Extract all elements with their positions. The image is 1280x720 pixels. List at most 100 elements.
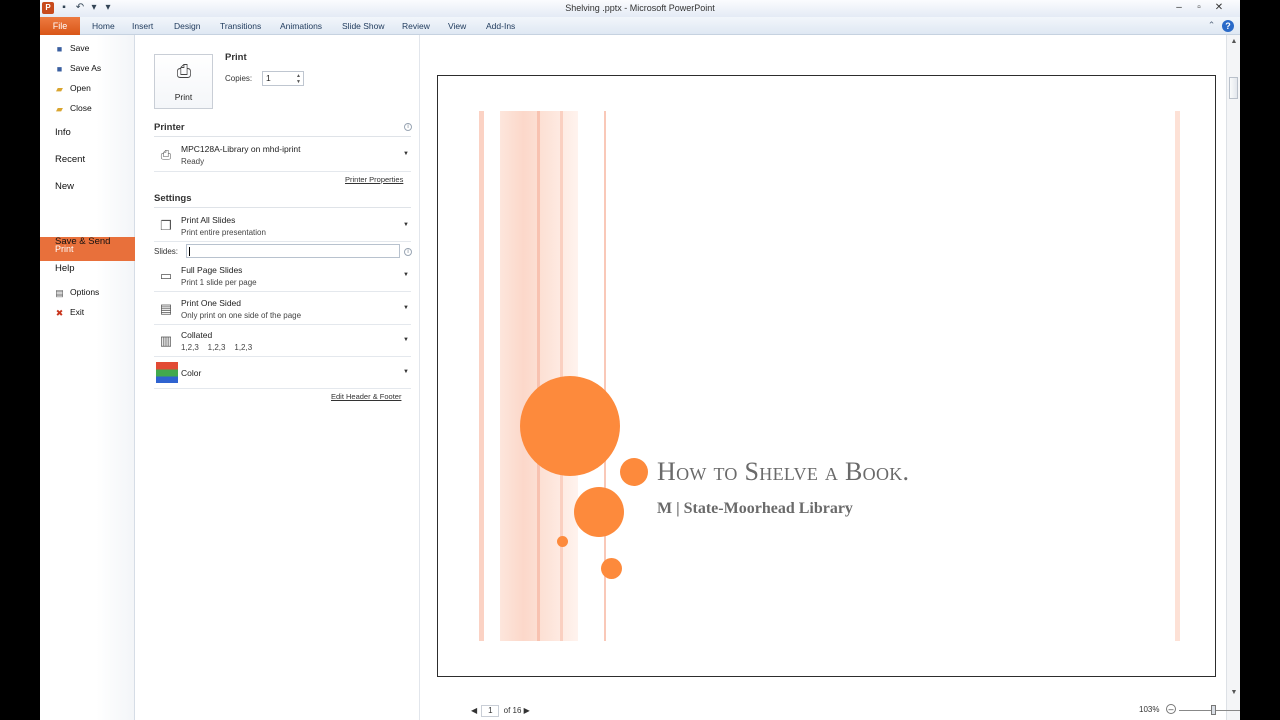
zoom-out-icon[interactable]: – — [1166, 704, 1176, 714]
nav-save-as[interactable]: ■ Save As — [54, 63, 101, 74]
decor-stripe — [1175, 111, 1180, 641]
minimize-icon[interactable]: – — [1170, 1, 1188, 14]
sides-dropdown[interactable]: ▤ Print One Sided Only print on one side… — [154, 294, 411, 325]
tab-insert[interactable]: Insert — [132, 21, 153, 31]
close-file-icon: ▰ — [56, 103, 63, 114]
chevron-down-icon: ▼ — [403, 272, 409, 278]
copies-down-icon[interactable]: ▼ — [296, 79, 301, 85]
printer-heading: Printer — [154, 122, 185, 133]
tab-file[interactable]: File — [40, 17, 80, 35]
decor-circle — [557, 536, 568, 547]
scroll-up-icon[interactable]: ▲ — [1229, 38, 1239, 45]
decor-stripe — [479, 111, 484, 641]
print-preview: How to Shelve a Book. M | State-Moorhead… — [421, 35, 1240, 720]
nav-save-label: Save — [70, 43, 90, 53]
tab-slide-show[interactable]: Slide Show — [342, 21, 385, 31]
tab-design[interactable]: Design — [174, 21, 200, 31]
copies-stepper[interactable]: 1 ▲ ▼ — [262, 71, 304, 86]
color-icon — [156, 362, 178, 383]
nav-new[interactable]: New — [55, 181, 74, 192]
color-dropdown[interactable]: Color ▼ — [154, 358, 411, 389]
layout-dropdown[interactable]: ▭ Full Page Slides Print 1 slide per pag… — [154, 261, 411, 292]
network-printer-icon: ⎙ — [160, 147, 172, 162]
nav-save-send[interactable]: Save & Send — [55, 236, 110, 247]
decor-stripe — [537, 111, 540, 641]
chevron-down-icon: ▼ — [403, 305, 409, 311]
collate-sub: 1,2,3 1,2,3 1,2,3 — [181, 343, 253, 352]
decor-circle — [520, 376, 620, 476]
powerpoint-window: P ▪ ↶ ▾ ▾ Shelving .pptx - Microsoft Pow… — [40, 0, 1240, 720]
scroll-down-icon[interactable]: ▼ — [1229, 689, 1239, 696]
print-range-title: Print All Slides — [181, 215, 236, 225]
zoom-slider-thumb[interactable] — [1211, 705, 1216, 715]
page-total: of 16 — [503, 706, 522, 715]
save-as-icon: ■ — [56, 63, 63, 74]
slides-info-icon[interactable]: i — [404, 248, 412, 256]
maximize-icon[interactable]: ▫ — [1190, 1, 1208, 14]
slide-title: How to Shelve a Book. — [657, 457, 910, 486]
options-icon: ▤ — [55, 287, 64, 298]
nav-recent[interactable]: Recent — [55, 154, 85, 165]
ribbon-minimize-icon[interactable]: ⌃ — [1206, 20, 1217, 31]
copies-value: 1 — [266, 73, 271, 83]
exit-icon: ✖ — [55, 307, 64, 318]
nav-help[interactable]: Help — [55, 263, 75, 274]
next-page-icon[interactable]: ▶ — [524, 706, 530, 715]
ribbon-tabs: File Home Insert Design Transitions Anim… — [40, 17, 1240, 35]
tab-home[interactable]: Home — [92, 21, 115, 31]
slide-subtitle: M | State-Moorhead Library — [657, 500, 853, 517]
print-range-dropdown[interactable]: ❐ Print All Slides Print entire presenta… — [154, 211, 411, 242]
printer-dropdown[interactable]: ⎙ MPC128A-Library on mhd-iprint Ready ▼ — [154, 140, 411, 172]
tab-transitions[interactable]: Transitions — [220, 21, 261, 31]
nav-info[interactable]: Info — [55, 127, 71, 138]
layout-title: Full Page Slides — [181, 265, 243, 275]
tab-animations[interactable]: Animations — [280, 21, 322, 31]
backstage-nav: ■ Save ■ Save As ▰ Open ▰ Close Info Recent … — [40, 35, 142, 720]
full-page-slide-icon: ▭ — [159, 268, 173, 283]
printer-name: MPC128A-Library on mhd-iprint — [181, 144, 301, 154]
chevron-down-icon: ▼ — [403, 151, 409, 157]
page-navigator: ◀ 1 of 16 ▶ — [471, 705, 530, 717]
help-icon[interactable]: ? — [1222, 20, 1234, 32]
chevron-down-icon: ▼ — [403, 369, 409, 375]
tab-view[interactable]: View — [448, 21, 466, 31]
copies-label: Copies: — [225, 74, 253, 83]
zoom-slider[interactable] — [1179, 710, 1240, 711]
nav-open-label: Open — [70, 83, 91, 93]
printer-info-icon[interactable]: i — [404, 123, 412, 131]
save-icon: ■ — [56, 43, 63, 54]
collated-icon: ▥ — [159, 333, 173, 348]
chevron-down-icon: ▼ — [403, 337, 409, 343]
decor-circle — [574, 487, 624, 537]
tab-add-ins[interactable]: Add-Ins — [486, 21, 515, 31]
edit-header-footer-link[interactable]: Edit Header & Footer — [331, 392, 401, 401]
nav-save-as-label: Save As — [70, 63, 102, 73]
window-title: Shelving .pptx - Microsoft PowerPoint — [565, 3, 715, 13]
current-page-input[interactable]: 1 — [481, 705, 500, 717]
previous-page-icon[interactable]: ◀ — [471, 706, 477, 715]
nav-options[interactable]: ▤ Options — [54, 287, 99, 298]
folder-icon: ▰ — [56, 83, 63, 94]
nav-exit-label: Exit — [70, 307, 85, 317]
settings-separator — [154, 207, 411, 208]
preview-scrollbar[interactable]: ▲ ▼ — [1226, 35, 1240, 720]
sides-sub: Only print on one side of the page — [181, 311, 302, 320]
nav-close-label: Close — [70, 103, 92, 113]
nav-save[interactable]: ■ Save — [54, 43, 90, 54]
print-panel: ⎙ Print Print Copies: 1 ▲ ▼ Printer i ⎙ … — [135, 35, 420, 720]
print-button[interactable]: ⎙ Print — [154, 54, 213, 109]
nav-close[interactable]: ▰ Close — [54, 103, 92, 114]
print-range-sub: Print entire presentation — [181, 228, 266, 237]
nav-open[interactable]: ▰ Open — [54, 83, 91, 94]
sides-title: Print One Sided — [181, 298, 242, 308]
slides-input[interactable] — [186, 244, 400, 258]
nav-exit[interactable]: ✖ Exit — [54, 307, 84, 318]
tab-review[interactable]: Review — [402, 21, 430, 31]
zoom-level[interactable]: 103% — [1139, 705, 1159, 714]
close-window-icon[interactable]: ✕ — [1210, 1, 1228, 14]
printer-properties-link[interactable]: Printer Properties — [345, 175, 403, 184]
collate-dropdown[interactable]: ▥ Collated 1,2,3 1,2,3 1,2,3 ▼ — [154, 326, 411, 357]
layout-sub: Print 1 slide per page — [181, 278, 257, 287]
scroll-thumb[interactable] — [1229, 77, 1238, 99]
settings-heading: Settings — [154, 193, 192, 204]
